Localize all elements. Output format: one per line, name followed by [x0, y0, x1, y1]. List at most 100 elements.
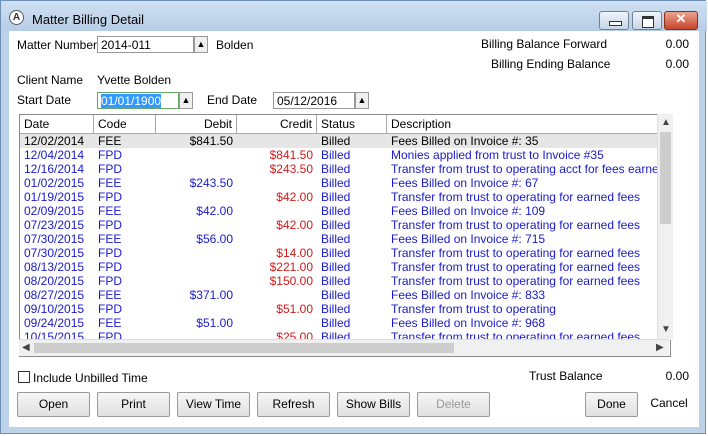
- print-button[interactable]: Print: [97, 392, 170, 417]
- delete-button[interactable]: Delete: [417, 392, 490, 417]
- cell-status: Billed: [321, 316, 351, 330]
- cell-debit: [156, 260, 233, 274]
- start-date-picker-button[interactable]: ▲: [179, 92, 193, 109]
- close-button[interactable]: ✕: [664, 11, 698, 30]
- table-row[interactable]: 08/20/2015 FPD $150.00 Billed Transfer from …: [20, 274, 660, 288]
- cell-description: Transfer from trust to operating for ear…: [391, 246, 641, 260]
- matter-number-dropdown-button[interactable]: ▲: [194, 36, 208, 53]
- open-button[interactable]: Open: [17, 392, 90, 417]
- maximize-button[interactable]: [632, 11, 662, 30]
- column-header-date[interactable]: Date: [20, 115, 94, 133]
- cell-date: 12/02/2014: [24, 134, 85, 148]
- cell-date: 02/09/2015: [24, 204, 85, 218]
- cancel-button[interactable]: Cancel: [643, 392, 695, 417]
- grid-horizontal-scrollbar[interactable]: ◀ ▶: [19, 339, 669, 356]
- refresh-button[interactable]: Refresh: [257, 392, 330, 417]
- chevron-up-icon: ▲: [357, 95, 367, 105]
- cell-code: FEE: [98, 288, 122, 302]
- include-unbilled-checkbox[interactable]: [18, 371, 30, 383]
- table-row[interactable]: 01/19/2015 FPD $42.00 Billed Transfer from t…: [20, 190, 660, 204]
- cell-credit: [237, 176, 313, 190]
- column-header-credit[interactable]: Credit: [237, 115, 317, 133]
- show-bills-button[interactable]: Show Bills: [337, 392, 410, 417]
- table-row[interactable]: 08/13/2015 FPD $221.00 Billed Transfer from …: [20, 260, 660, 274]
- cell-status: Billed: [321, 204, 351, 218]
- table-row[interactable]: 02/09/2015 FEE $42.00 Billed Fees Billed on …: [20, 204, 660, 218]
- minimize-button[interactable]: [599, 11, 629, 30]
- cell-credit: $150.00: [269, 274, 313, 288]
- cell-status: Billed: [321, 148, 351, 162]
- cell-status: Billed: [321, 274, 351, 288]
- cell-date: 12/16/2014: [24, 162, 85, 176]
- cell-description: Transfer from trust to operating for ear…: [391, 274, 641, 288]
- cell-credit: $14.00: [276, 246, 313, 260]
- scroll-up-icon[interactable]: ▲: [661, 117, 671, 128]
- cell-date: 01/19/2015: [24, 190, 85, 204]
- table-row[interactable]: 08/27/2015 FEE $371.00 Billed Fees Billed on…: [20, 288, 660, 302]
- cell-status: Billed: [321, 134, 351, 148]
- title-bar[interactable]: A Matter Billing Detail ✕: [1, 1, 707, 31]
- cell-credit: $243.50: [269, 162, 313, 176]
- cell-description: Fees Billed on Invoice #: 109: [391, 204, 546, 218]
- scroll-left-icon[interactable]: ◀: [22, 342, 30, 353]
- cell-description: Fees Billed on Invoice #: 968: [391, 316, 546, 330]
- end-date-label: End Date: [207, 93, 258, 107]
- grid-vertical-scrollbar[interactable]: ▲ ▼: [657, 114, 673, 340]
- cell-credit: [237, 288, 313, 302]
- table-row[interactable]: 01/02/2015 FEE $243.50 Billed Fees Billed on…: [20, 176, 660, 190]
- billing-grid[interactable]: Date Code Debit Credit Status Descriptio…: [19, 114, 671, 357]
- table-row[interactable]: 07/30/2015 FEE $56.00 Billed Fees Billed on …: [20, 232, 660, 246]
- cell-code: FEE: [98, 204, 122, 218]
- column-header-status[interactable]: Status: [317, 115, 387, 133]
- window-title: Matter Billing Detail: [32, 12, 144, 27]
- cell-code: FEE: [98, 176, 122, 190]
- cell-description: Fees Billed on Invoice #: 715: [391, 232, 546, 246]
- matter-name: Bolden: [216, 38, 254, 52]
- chevron-up-icon: ▲: [196, 39, 206, 49]
- include-unbilled-label[interactable]: Include Unbilled Time: [33, 371, 148, 385]
- view-time-button[interactable]: View Time: [177, 392, 250, 417]
- cell-credit: $221.00: [269, 260, 313, 274]
- cell-status: Billed: [321, 288, 351, 302]
- close-icon: ✕: [675, 11, 687, 26]
- start-date-input[interactable]: 01/01/1900: [97, 92, 179, 109]
- table-row[interactable]: 09/24/2015 FEE $51.00 Billed Fees Billed on …: [20, 316, 660, 330]
- vertical-scroll-thumb[interactable]: [660, 132, 671, 224]
- end-date-input[interactable]: 05/12/2016: [273, 92, 355, 109]
- cell-code: FPD: [98, 302, 122, 316]
- scroll-right-icon[interactable]: ▶: [656, 342, 664, 353]
- matter-number-input[interactable]: 2014-011: [97, 36, 194, 53]
- cell-credit: $42.00: [276, 190, 313, 204]
- cell-credit: [237, 316, 313, 330]
- grid-header: Date Code Debit Credit Status Descriptio…: [20, 115, 660, 134]
- done-button[interactable]: Done: [585, 392, 638, 417]
- column-header-debit[interactable]: Debit: [156, 115, 237, 133]
- cell-code: FPD: [98, 148, 122, 162]
- horizontal-scroll-thumb[interactable]: [34, 343, 454, 353]
- scroll-down-icon[interactable]: ▼: [661, 324, 671, 335]
- matter-billing-window: A Matter Billing Detail ✕ Matter Number …: [0, 0, 707, 434]
- table-row[interactable]: 09/10/2015 FPD $51.00 Billed Transfer from t…: [20, 302, 660, 316]
- table-row[interactable]: 07/23/2015 FPD $42.00 Billed Transfer from t…: [20, 218, 660, 232]
- matter-number-label: Matter Number: [17, 38, 98, 52]
- cell-credit: $51.00: [276, 302, 313, 316]
- column-header-description[interactable]: Description: [387, 115, 660, 133]
- table-row[interactable]: 07/30/2015 FPD $14.00 Billed Transfer from t…: [20, 246, 660, 260]
- trust-balance-label: Trust Balance: [529, 369, 603, 383]
- cell-debit: $371.00: [189, 288, 233, 302]
- start-date-value: 01/01/1900: [101, 94, 162, 108]
- cell-description: Transfer from trust to operating for ear…: [391, 260, 641, 274]
- cell-date: 07/23/2015: [24, 218, 85, 232]
- column-header-code[interactable]: Code: [94, 115, 156, 133]
- cell-code: FPD: [98, 260, 122, 274]
- cell-status: Billed: [321, 246, 351, 260]
- cell-status: Billed: [321, 218, 351, 232]
- table-row[interactable]: 12/02/2014 FEE $841.50 Billed Fees Billed on…: [20, 134, 660, 148]
- end-date-picker-button[interactable]: ▲: [355, 92, 369, 109]
- trust-balance-value: 0.00: [665, 369, 689, 383]
- cell-debit: [156, 274, 233, 288]
- cell-description: Fees Billed on Invoice #: 833: [391, 288, 546, 302]
- table-row[interactable]: 12/04/2014 FPD $841.50 Billed Monies applied…: [20, 148, 660, 162]
- client-name-label: Client Name: [17, 73, 84, 87]
- table-row[interactable]: 12/16/2014 FPD $243.50 Billed Transfer from …: [20, 162, 661, 176]
